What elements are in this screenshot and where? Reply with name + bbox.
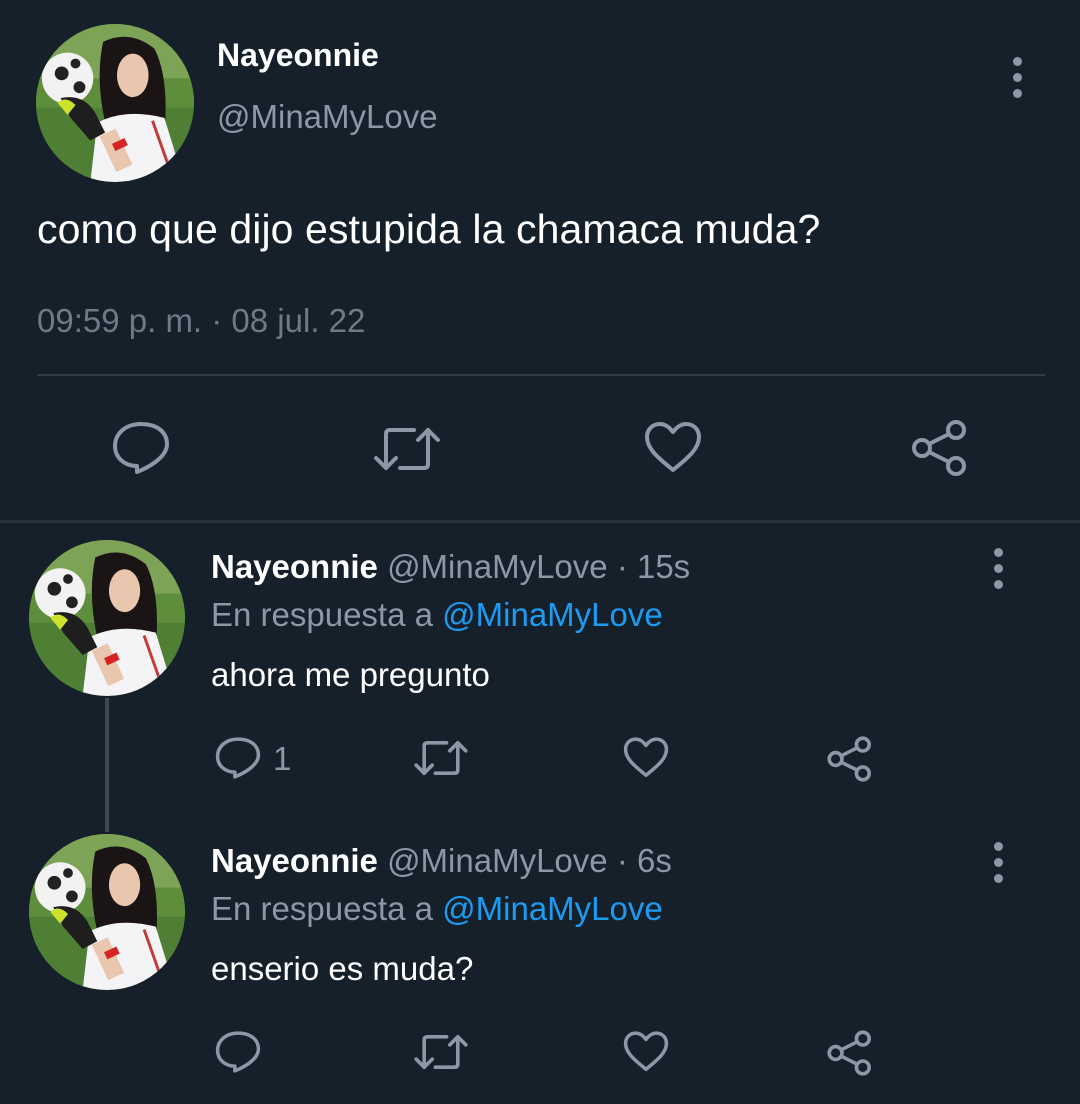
tweet-text: enserio es muda? — [211, 950, 474, 987]
reply-icon[interactable] — [214, 1030, 262, 1074]
reply-header: Nayeonnie @MinaMyLove · 6s — [211, 842, 672, 880]
reply-tweet: Nayeonnie @MinaMyLove · 6s En respuesta … — [0, 0, 1080, 1104]
replying-to: En respuesta a @MinaMyLove — [211, 890, 663, 928]
avatar[interactable] — [29, 834, 185, 990]
share-icon[interactable] — [826, 1029, 874, 1077]
more-options-icon[interactable] — [992, 842, 1004, 883]
author-handle[interactable]: @MinaMyLove — [387, 842, 608, 879]
reply-time: · 6s — [616, 842, 672, 879]
replying-to-label: En respuesta a — [211, 890, 433, 927]
retweet-icon[interactable] — [413, 1032, 469, 1072]
avatar-image — [29, 834, 185, 990]
mention-link[interactable]: @MinaMyLove — [442, 890, 663, 927]
author-name[interactable]: Nayeonnie — [211, 842, 378, 879]
like-icon[interactable] — [622, 1030, 670, 1074]
